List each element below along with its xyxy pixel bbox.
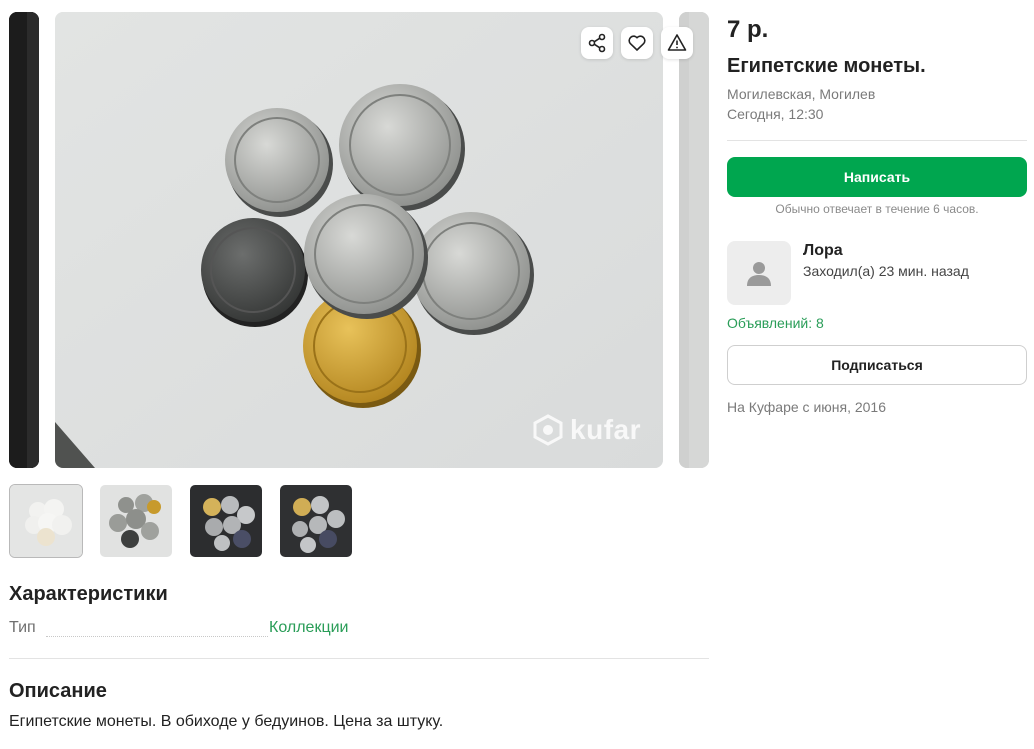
heart-icon [628,35,646,51]
photo-actions [581,27,693,59]
write-message-button[interactable]: Написать [727,157,1027,197]
favorite-button[interactable] [621,27,653,59]
description-text: Египетские монеты. В обиходе у бедуинов.… [9,713,444,730]
characteristic-leader-dots [46,636,268,637]
description-heading: Описание [9,680,107,702]
seller-last-seen: Заходил(а) 23 мин. назад [803,263,969,279]
watermark-text: kufar [570,414,641,445]
seller-name[interactable]: Лора [803,242,843,260]
right-divider [727,140,1027,141]
characteristic-row: Тип Коллекции [9,619,709,641]
characteristics-heading: Характеристики [9,583,168,605]
thumbnail-4[interactable] [279,484,353,558]
thumbnail-strip [9,484,353,558]
thumbnail-2[interactable] [99,484,173,558]
characteristic-key: Тип [9,619,36,636]
member-since: На Куфаре с июня, 2016 [727,399,886,415]
share-button[interactable] [581,27,613,59]
report-button[interactable] [661,27,693,59]
posted-date: Сегодня, 12:30 [727,106,824,122]
kufar-watermark: kufar [532,414,641,446]
section-divider [9,658,709,659]
price: 7 р. [727,16,769,43]
reply-time-note: Обычно отвечает в течение 6 часов. [775,202,979,216]
characteristic-value-link[interactable]: Коллекции [269,619,348,637]
location: Могилевская, Могилев [727,86,876,102]
warning-icon [667,34,687,51]
subscribe-button[interactable]: Подписаться [727,345,1027,385]
user-icon [747,262,771,286]
thumbnail-1[interactable] [9,484,83,558]
kufar-logo-icon [533,414,563,446]
gallery-prev-image[interactable] [9,12,39,468]
seller-ads-count-link[interactable]: Объявлений: 8 [727,315,824,331]
share-icon [588,33,606,53]
thumbnail-3[interactable] [189,484,263,558]
gallery-next-image[interactable] [679,12,709,468]
seller-avatar[interactable] [727,241,791,305]
listing-title: Египетские монеты. [727,55,926,77]
main-photo[interactable]: kufar [55,12,663,468]
